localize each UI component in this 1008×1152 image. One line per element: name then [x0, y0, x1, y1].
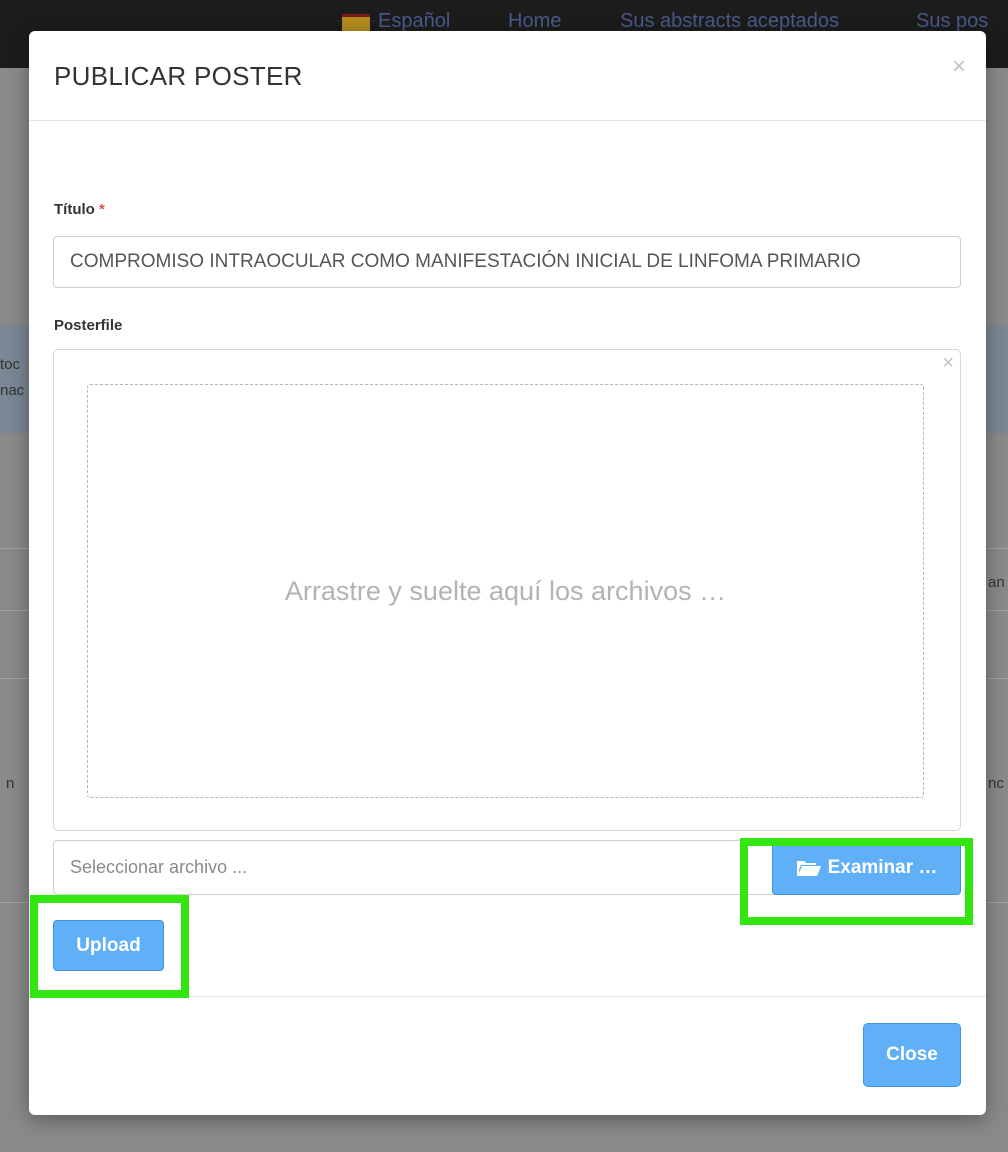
title-label-text: Título — [54, 201, 95, 218]
close-icon[interactable]: × — [952, 55, 966, 79]
remove-file-icon[interactable]: × — [942, 352, 954, 375]
dropzone-text: Arrastre y suelte aquí los archivos … — [284, 575, 727, 606]
modal-title: PUBLICAR POSTER — [54, 61, 303, 91]
modal-header: PUBLICAR POSTER × — [29, 31, 986, 121]
background-text: n — [6, 775, 15, 792]
nav-home[interactable]: Home — [508, 10, 561, 33]
background-text: nac — [0, 382, 25, 399]
title-input[interactable]: COMPROMISO INTRAOCULAR COMO MANIFESTACIÓ… — [53, 236, 961, 288]
file-preview-area: × Arrastre y suelte aquí los archivos … — [53, 349, 961, 831]
nav-accepted-abstracts[interactable]: Sus abstracts aceptados — [620, 10, 839, 33]
upload-button[interactable]: Upload — [53, 920, 164, 971]
close-button[interactable]: Close — [863, 1023, 961, 1087]
file-caption-placeholder: Seleccionar archivo ... — [70, 857, 248, 877]
nav-language[interactable]: Español — [378, 10, 450, 33]
folder-open-icon — [796, 860, 821, 876]
posterfile-label: Posterfile — [54, 317, 123, 334]
dropzone[interactable]: Arrastre y suelte aquí los archivos … — [87, 384, 924, 798]
nav-posters[interactable]: Sus pos — [916, 10, 988, 33]
browse-button-label: Examinar … — [827, 856, 938, 878]
title-field-label: Título * — [54, 201, 105, 218]
browse-button[interactable]: Examinar … — [772, 840, 961, 895]
publish-poster-modal: PUBLICAR POSTER × Título * COMPROMISO IN… — [29, 31, 986, 1115]
required-asterisk: * — [99, 201, 105, 218]
background-text: toc — [0, 356, 21, 373]
background-text: nc — [988, 775, 1004, 792]
modal-footer-divider — [29, 996, 986, 997]
background-text: an — [988, 574, 1005, 591]
